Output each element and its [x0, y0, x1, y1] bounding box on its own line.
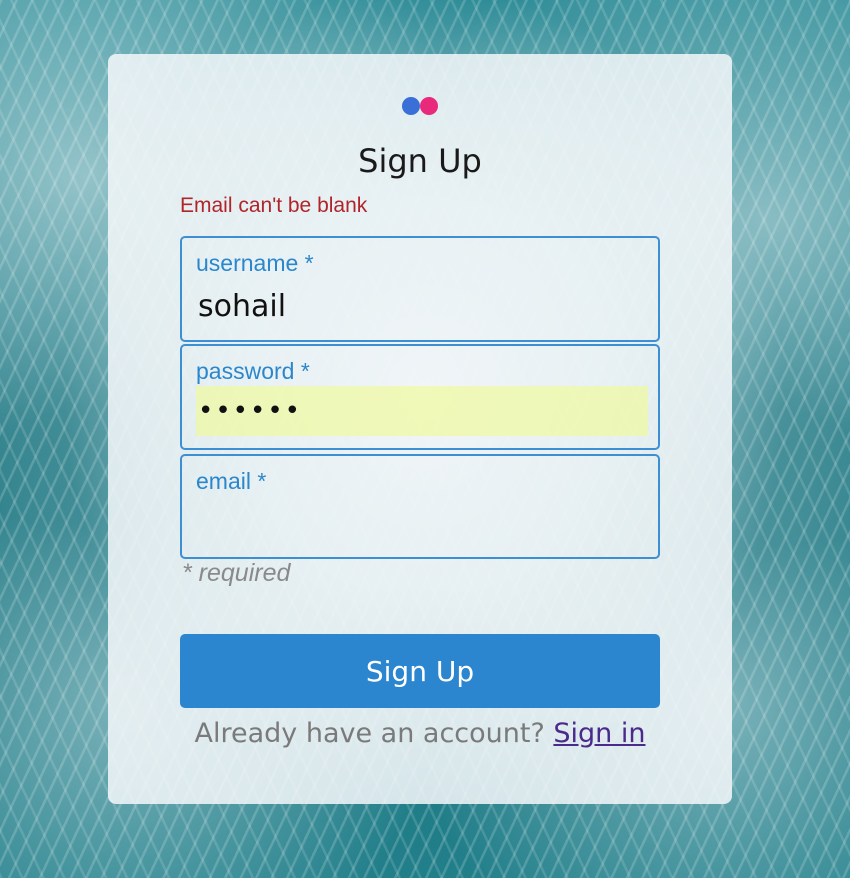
sign-up-button[interactable]: Sign Up [180, 634, 660, 708]
email-label: email * [196, 468, 267, 494]
username-label: username * [196, 250, 314, 276]
signin-prompt-text: Already have an account? [194, 718, 545, 749]
password-field[interactable]: password * [180, 344, 660, 450]
signin-prompt: Already have an account? Sign in [108, 718, 732, 749]
logo-blue-dot [402, 97, 420, 115]
logo-pink-dot [420, 97, 438, 115]
signup-card: Sign Up Email can't be blank username * … [108, 54, 732, 804]
signup-page: { "logo": { "icon": "flickr-logo-icon", … [0, 0, 850, 878]
password-input[interactable] [196, 386, 648, 436]
page-title: Sign Up [358, 142, 482, 180]
required-note: * required [182, 559, 291, 587]
username-input[interactable] [196, 282, 646, 330]
email-field[interactable]: email * [180, 454, 660, 559]
password-label: password * [196, 358, 310, 384]
email-blank-error: Email can't be blank [180, 194, 368, 217]
email-input[interactable] [196, 500, 646, 548]
sign-in-link[interactable]: Sign in [553, 718, 645, 749]
username-field[interactable]: username * [180, 236, 660, 342]
flickr-logo-icon [402, 96, 446, 116]
